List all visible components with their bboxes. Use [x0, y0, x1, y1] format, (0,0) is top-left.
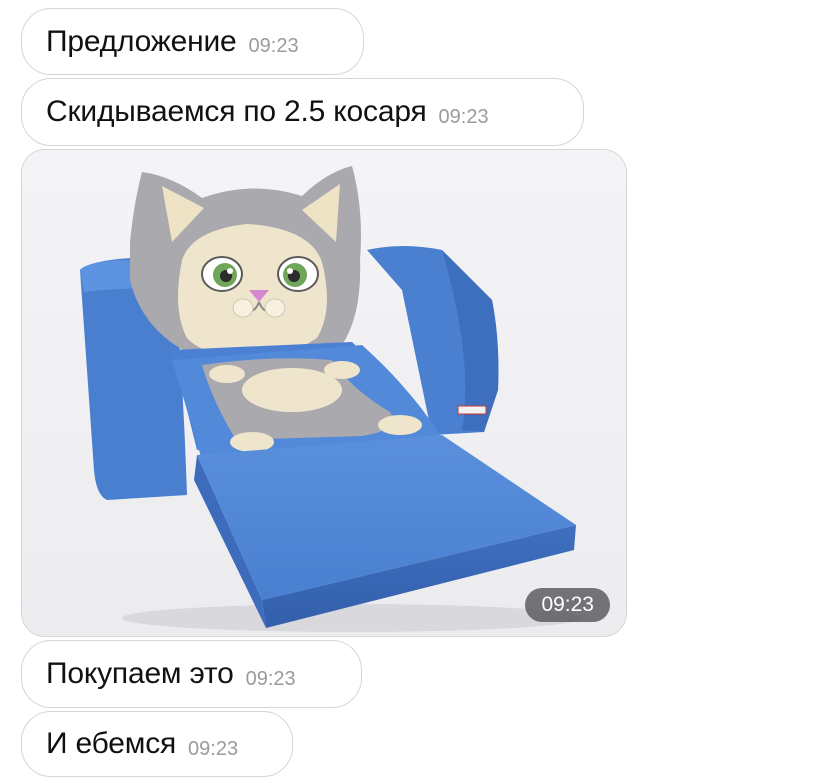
message-bubble[interactable]: Предложение 09:23	[21, 8, 364, 75]
message-time: 09:23	[525, 588, 610, 622]
message-time: 09:23	[245, 667, 296, 690]
message-time: 09:23	[248, 35, 299, 57]
message-text: Предложение	[46, 24, 237, 58]
message-text: Скидываемся по 2.5 косаря	[46, 95, 427, 128]
message-bubble[interactable]: Скидываемся по 2.5 косаря 09:23	[21, 78, 584, 146]
photo-message[interactable]: 09:23	[21, 149, 627, 637]
chat-history: Предложение 09:23 Скидываемся по 2.5 кос…	[0, 0, 828, 779]
message-bubble[interactable]: Покупаем это 09:23	[21, 640, 362, 708]
message-text: И ебемся	[46, 727, 177, 760]
message-text: Покупаем это	[46, 657, 234, 690]
message-time: 09:23	[188, 737, 239, 760]
kids-cat-armchair-image	[22, 150, 626, 636]
message-bubble[interactable]: И ебемся 09:23	[21, 711, 293, 777]
message-time: 09:23	[438, 105, 489, 128]
